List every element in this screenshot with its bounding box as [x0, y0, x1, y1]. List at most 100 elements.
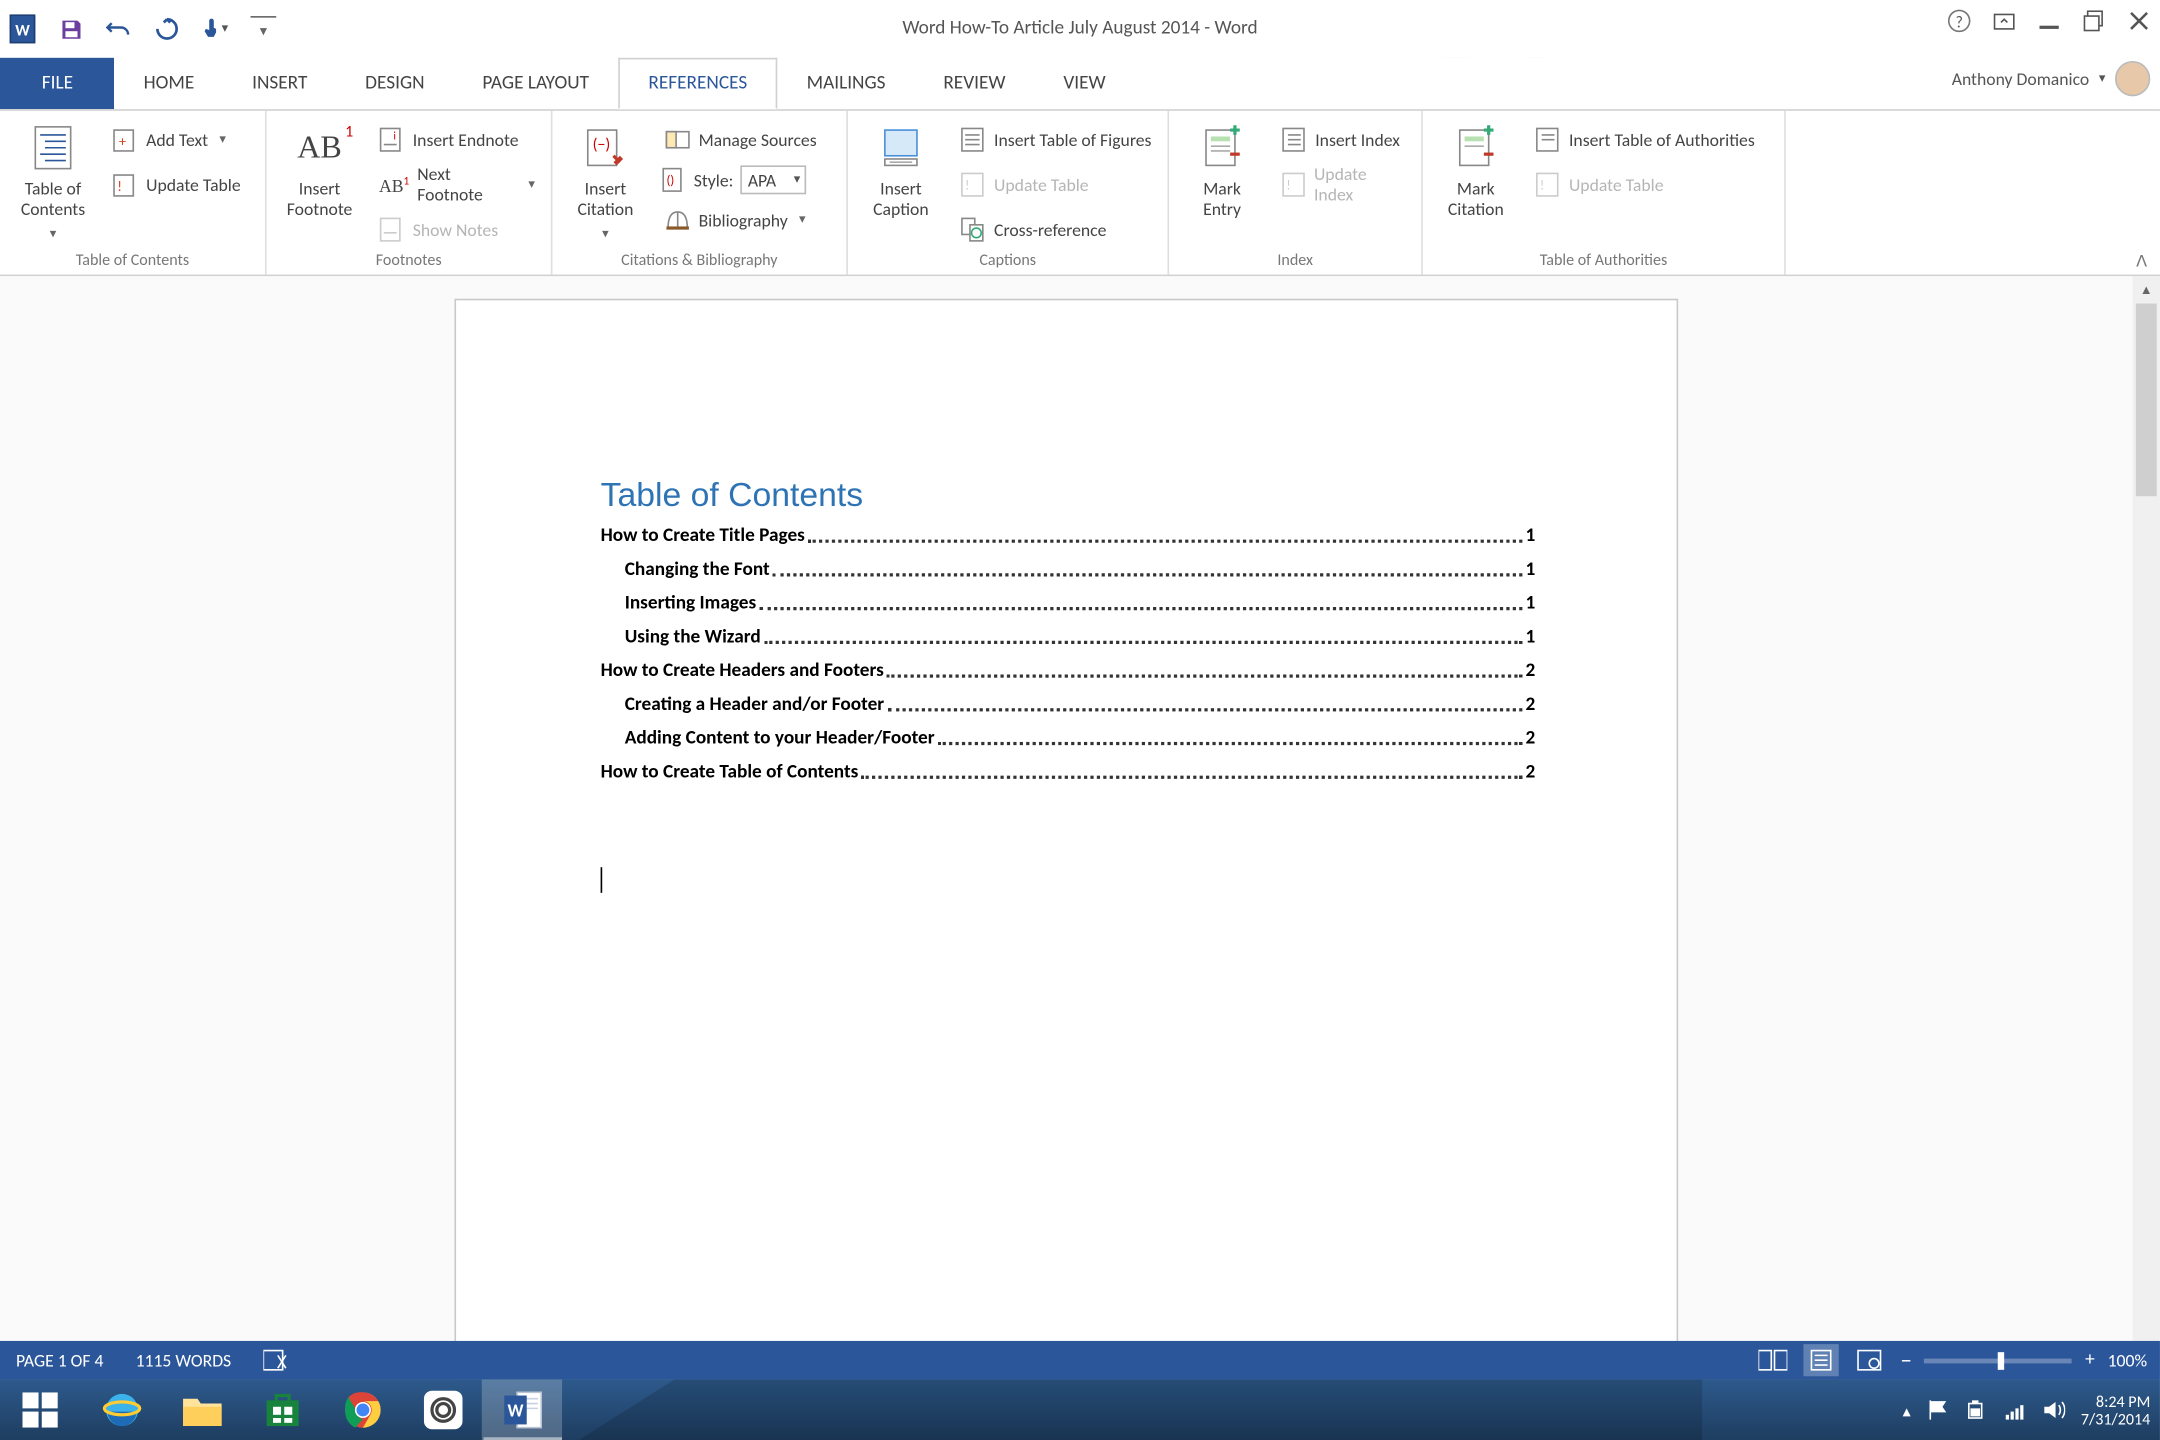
page-indicator[interactable]: PAGE 1 OF 4 [16, 1350, 103, 1371]
redo-icon[interactable] [154, 16, 180, 42]
next-footnote-icon: AB1 [379, 173, 409, 197]
restore-icon[interactable] [2083, 10, 2105, 32]
system-tray[interactable]: ▴ 8:24 PM 7/31/2014 [1903, 1392, 2151, 1427]
tray-network-icon[interactable] [2004, 1399, 2026, 1421]
insert-index-button[interactable]: Insert Index [1278, 120, 1408, 159]
toc-entry[interactable]: How to Create Table of Contents2 [601, 761, 1536, 783]
tab-mailings[interactable]: MAILINGS [778, 58, 915, 109]
windows-taskbar: W ▴ 8:24 PM 7/31/2014 [0, 1379, 2160, 1440]
svg-text:W: W [507, 1399, 523, 1421]
bibliography-icon [665, 207, 691, 233]
toc-entry-text: Inserting Images [625, 593, 756, 615]
toc-leader-dots [938, 742, 1522, 745]
toc-entry[interactable]: Adding Content to your Header/Footer2 [601, 727, 1536, 749]
taskbar-ie[interactable] [80, 1379, 160, 1440]
next-footnote-button[interactable]: AB1 Next Footnote▾ [376, 165, 538, 204]
tray-chevron-icon[interactable]: ▴ [1903, 1400, 1911, 1421]
vertical-scrollbar[interactable]: ▲ ▼ [2133, 276, 2160, 1379]
document-area[interactable]: Table of Contents How to Create Title Pa… [0, 276, 2160, 1379]
tray-volume-icon[interactable] [2042, 1399, 2064, 1421]
group-label-footnotes: Footnotes [279, 249, 538, 275]
toc-entry[interactable]: Creating a Header and/or Footer2 [601, 694, 1536, 716]
group-label-citations: Citations & Bibliography [565, 249, 833, 275]
tab-insert[interactable]: INSERT [223, 58, 336, 109]
tab-review[interactable]: REVIEW [914, 58, 1034, 109]
tab-references[interactable]: REFERENCES [618, 58, 778, 109]
taskbar-chrome[interactable] [321, 1379, 401, 1440]
update-toa-button: ! Update Table [1532, 165, 1758, 204]
collapse-ribbon-icon[interactable]: ᐱ [2136, 251, 2147, 272]
toc-entry-page: 2 [1525, 761, 1535, 783]
toc-entry[interactable]: How to Create Title Pages1 [601, 525, 1536, 547]
ribbon-options-icon[interactable] [1993, 10, 2015, 32]
zoom-in-icon[interactable]: + [2085, 1349, 2095, 1371]
svg-text:(): () [666, 174, 674, 189]
insert-toa-button[interactable]: Insert Table of Authorities [1532, 120, 1758, 159]
tab-page-layout[interactable]: PAGE LAYOUT [453, 58, 617, 109]
scroll-thumb[interactable] [2136, 304, 2157, 497]
taskbar-store[interactable] [241, 1379, 321, 1440]
table-of-contents-button[interactable]: Table of Contents ▾ [13, 117, 93, 242]
insert-endnote-button[interactable]: i Insert Endnote [376, 120, 538, 159]
tray-flag-icon[interactable] [1927, 1399, 1949, 1421]
tab-home[interactable]: HOME [115, 58, 223, 109]
svg-text:!: ! [117, 177, 122, 195]
footnote-icon: AB1 [295, 124, 343, 172]
tray-clock[interactable]: 8:24 PM 7/31/2014 [2081, 1392, 2150, 1427]
avatar [2115, 61, 2150, 96]
close-icon[interactable] [2128, 10, 2150, 32]
word-app-icon[interactable]: W [10, 16, 36, 42]
tab-view[interactable]: VIEW [1034, 58, 1134, 109]
zoom-slider[interactable] [1925, 1358, 2073, 1363]
taskbar-word[interactable]: W [482, 1379, 562, 1440]
tab-design[interactable]: DESIGN [336, 58, 453, 109]
insert-caption-button[interactable]: Insert Caption [861, 117, 941, 220]
tab-file[interactable]: FILE [0, 58, 115, 109]
taskbar-app-unknown[interactable] [401, 1379, 481, 1440]
group-label-index: Index [1182, 249, 1408, 275]
qat-customize-icon[interactable]: ▾ [251, 16, 277, 42]
update-index-button: ! Update Index [1278, 165, 1408, 204]
user-account[interactable]: Anthony Domanico ▾ [1952, 61, 2151, 96]
mark-citation-button[interactable]: Mark Citation [1436, 117, 1516, 220]
zoom-out-icon[interactable]: − [1900, 1347, 1911, 1374]
toc-entry[interactable]: Changing the Font1 [601, 559, 1536, 581]
toc-entry-text: Creating a Header and/or Footer [625, 694, 884, 716]
minimize-icon[interactable] [2038, 10, 2060, 32]
taskbar-explorer[interactable] [161, 1379, 241, 1440]
read-mode-icon[interactable] [1756, 1344, 1791, 1376]
document-page[interactable]: Table of Contents How to Create Title Pa… [454, 299, 1678, 1380]
update-table-button[interactable]: ! Update Table [109, 165, 244, 204]
toc-entry-page: 1 [1525, 626, 1535, 648]
style-dropdown[interactable]: APA [740, 165, 807, 194]
caption-icon [877, 124, 925, 172]
insert-table-of-figures-button[interactable]: Insert Table of Figures [957, 120, 1155, 159]
toc-icon [29, 124, 77, 172]
undo-icon[interactable] [106, 16, 132, 42]
help-icon[interactable]: ? [1948, 10, 1970, 32]
print-layout-icon[interactable] [1804, 1344, 1839, 1376]
start-button[interactable] [0, 1379, 80, 1440]
insert-citation-button[interactable]: (−) Insert Citation ▾ [565, 117, 645, 242]
toc-entry[interactable]: Inserting Images1 [601, 593, 1536, 615]
group-label-toa: Table of Authorities [1436, 249, 1772, 275]
scroll-up-icon[interactable]: ▲ [2133, 276, 2160, 303]
manage-sources-button[interactable]: Manage Sources [662, 120, 820, 159]
update-table-icon: ! [112, 172, 138, 198]
proofing-icon[interactable] [263, 1349, 289, 1371]
citation-style-selector[interactable]: () Style: APA [662, 165, 820, 194]
word-count[interactable]: 1115 WORDS [136, 1350, 232, 1371]
toc-entry[interactable]: How to Create Headers and Footers2 [601, 660, 1536, 682]
touch-mode-icon[interactable]: ▾ [202, 16, 228, 42]
zoom-level[interactable]: 100% [2108, 1350, 2147, 1371]
toc-entry[interactable]: Using the Wizard1 [601, 626, 1536, 648]
save-icon[interactable] [58, 16, 84, 42]
toc-block: Table of Contents How to Create Title Pa… [601, 477, 1536, 795]
add-text-button[interactable]: + Add Text▾ [109, 120, 244, 159]
insert-footnote-button[interactable]: AB1 Insert Footnote [279, 117, 359, 220]
cross-reference-button[interactable]: Cross-reference [957, 210, 1155, 249]
mark-entry-button[interactable]: Mark Entry [1182, 117, 1262, 220]
tray-battery-icon[interactable] [1965, 1399, 1987, 1421]
bibliography-button[interactable]: Bibliography▾ [662, 201, 820, 240]
web-layout-icon[interactable] [1852, 1344, 1887, 1376]
